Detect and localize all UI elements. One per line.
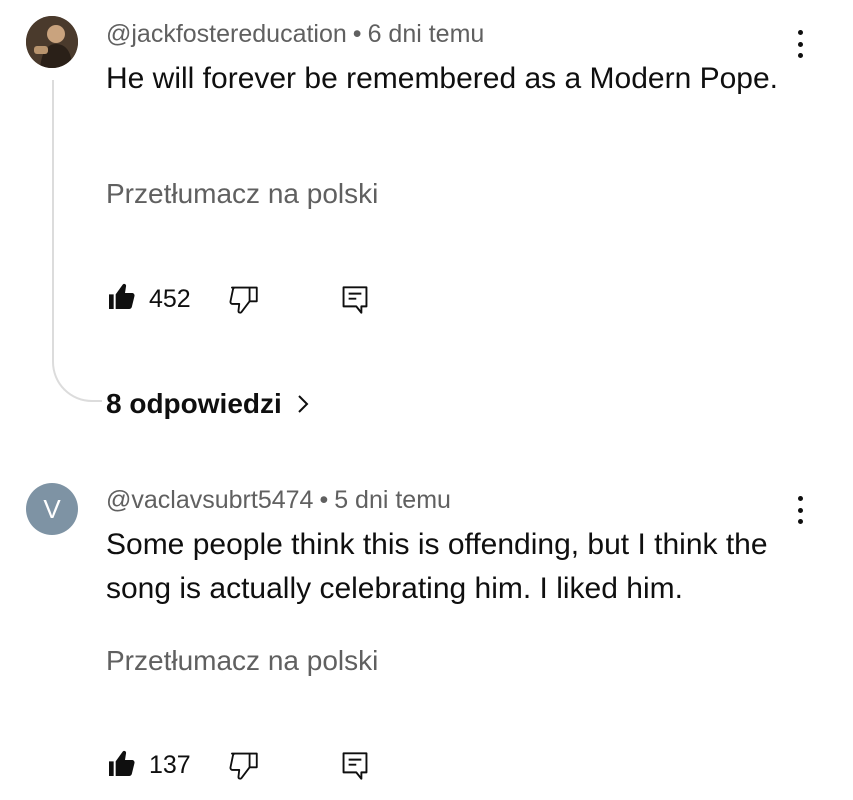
comment-meta: @vaclavsubrt5474 • 5 dni temu xyxy=(106,486,451,515)
like-button[interactable] xyxy=(105,281,137,313)
more-vertical-icon[interactable] xyxy=(790,492,810,528)
more-vertical-icon[interactable] xyxy=(790,26,810,62)
translate-link[interactable]: Przetłumacz na polski xyxy=(106,645,378,677)
thumbs-up-filled-icon xyxy=(109,750,135,776)
thread-line xyxy=(52,80,102,402)
thumbs-down-outline-icon xyxy=(229,286,258,314)
comment-time[interactable]: 6 dni temu xyxy=(368,20,485,48)
avatar[interactable] xyxy=(26,16,78,68)
thumbs-down-outline-icon xyxy=(229,752,258,780)
dislike-button[interactable] xyxy=(228,750,262,782)
meta-separator: • xyxy=(352,20,362,48)
reply-comment-icon xyxy=(342,752,368,780)
avatar[interactable]: V xyxy=(26,483,78,535)
meta-separator: • xyxy=(319,486,329,514)
comment-time[interactable]: 5 dni temu xyxy=(334,486,451,514)
comment-meta: @jackfostereducation • 6 dni temu xyxy=(106,20,484,49)
reply-button[interactable] xyxy=(341,284,369,316)
thumbs-up-filled-icon xyxy=(109,283,135,309)
like-count: 452 xyxy=(149,285,191,313)
replies-toggle[interactable]: 8 odpowiedzi xyxy=(106,388,310,420)
translate-link[interactable]: Przetłumacz na polski xyxy=(106,178,378,210)
comment-author[interactable]: @vaclavsubrt5474 xyxy=(106,486,313,514)
reply-button[interactable] xyxy=(341,750,369,782)
chevron-right-icon xyxy=(298,395,309,413)
reply-comment-icon xyxy=(342,286,368,314)
comment-text: He will forever be remembered as a Moder… xyxy=(106,62,778,95)
like-button[interactable] xyxy=(105,748,137,780)
dislike-button[interactable] xyxy=(228,284,262,316)
like-count: 137 xyxy=(149,751,191,779)
comment-text: Some people think this is offending, but… xyxy=(106,528,768,605)
comment-author[interactable]: @jackfostereducation xyxy=(106,20,347,48)
replies-label: 8 odpowiedzi xyxy=(106,388,282,419)
